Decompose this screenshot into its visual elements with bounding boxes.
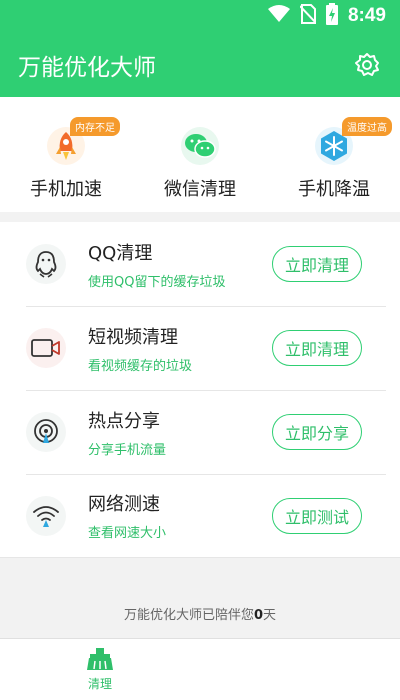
app-bar: 万能优化大师 — [0, 32, 400, 97]
list-item-subtitle: 看视频缓存的垃圾 — [88, 358, 193, 374]
settings-button[interactable] — [352, 50, 382, 80]
battery-icon — [325, 3, 338, 29]
list-item-title: QQ清理 — [88, 242, 153, 264]
memory-badge: 内存不足 — [70, 117, 120, 136]
list-item-subtitle: 使用QQ留下的缓存垃圾 — [88, 274, 226, 290]
list-item-title: 热点分享 — [88, 410, 160, 432]
no-sim-icon — [299, 4, 317, 28]
bottom-tab-bar: 清理 — [0, 638, 400, 700]
quick-action-cooldown[interactable]: 温度过高 手机降温 — [274, 97, 394, 212]
wifi-icon — [26, 495, 66, 536]
quick-action-boost[interactable]: 内存不足 手机加速 — [6, 97, 126, 212]
gear-icon — [355, 52, 379, 76]
header: 8:49 万能优化大师 — [0, 0, 400, 97]
status-time: 8:49 — [347, 5, 386, 26]
qq-icon — [26, 244, 66, 284]
status-bar: 8:49 — [0, 0, 400, 32]
app-title: 万能优化大师 — [18, 54, 156, 81]
list-item-subtitle: 分享手机流量 — [88, 442, 167, 458]
companion-days: 0 — [253, 608, 264, 623]
share-hotspot-button[interactable]: 立即分享 — [272, 414, 362, 450]
list-item-title: 网络测速 — [88, 494, 160, 515]
companion-suffix: 天 — [263, 608, 277, 623]
video-camera-icon — [26, 328, 66, 368]
list-item-short-video[interactable]: 短视频清理 看视频缓存的垃圾 立即清理 — [0, 306, 400, 390]
quick-action-label: 微信清理 — [164, 179, 236, 200]
quick-actions: 内存不足 手机加速 微信清理 温度过高 手机降温 — [0, 97, 400, 212]
companion-prefix: 万能优化大师已陪伴您 — [123, 608, 254, 623]
tab-label: 清理 — [87, 677, 112, 691]
quick-action-wechat[interactable]: 微信清理 — [140, 97, 260, 212]
hotspot-icon — [26, 412, 66, 452]
temperature-badge: 温度过高 — [342, 117, 392, 136]
clean-qq-button[interactable]: 立即清理 — [272, 246, 362, 282]
list-item-title: 短视频清理 — [88, 326, 178, 348]
clean-video-button[interactable]: 立即清理 — [272, 330, 362, 366]
list-item-qq[interactable]: QQ清理 使用QQ留下的缓存垃圾 立即清理 — [0, 222, 400, 306]
list-item-hotspot[interactable]: 热点分享 分享手机流量 立即分享 — [0, 390, 400, 474]
tab-clean[interactable]: 清理 — [70, 647, 130, 692]
wifi-icon — [267, 5, 290, 27]
list-item-speedtest[interactable]: 网络测速 查看网速大小 立即测试 — [0, 474, 400, 558]
wechat-icon — [181, 127, 219, 165]
list-item-subtitle: 查看网速大小 — [88, 526, 167, 541]
feature-list: QQ清理 使用QQ留下的缓存垃圾 立即清理 短视频清理 看视频缓存的垃圾 立即清… — [0, 222, 400, 558]
broom-icon — [87, 648, 113, 670]
companion-days-text: 万能优化大师已陪伴您0天 — [0, 604, 400, 623]
quick-action-label: 手机降温 — [298, 179, 370, 200]
speed-test-button[interactable]: 立即测试 — [272, 497, 362, 534]
quick-action-label: 手机加速 — [30, 179, 102, 200]
